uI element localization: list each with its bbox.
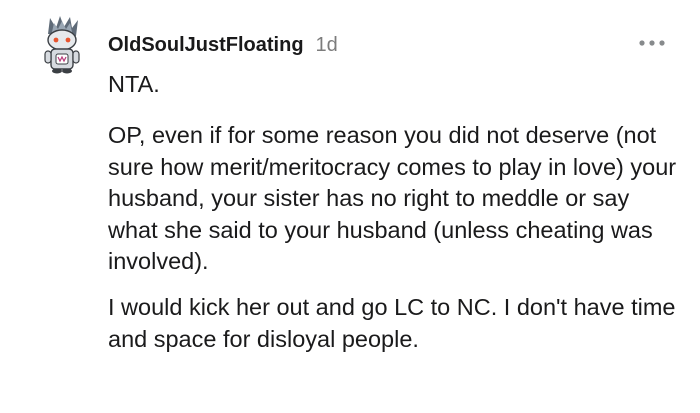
timestamp: 1d	[315, 33, 338, 56]
comment-paragraph: OP, even if for some reason you did not …	[108, 122, 677, 275]
snoo-avatar-icon[interactable]	[40, 14, 84, 74]
comment-paragraph: I would kick her out and go LC to NC. I …	[108, 294, 676, 352]
more-options-icon[interactable]	[634, 28, 670, 58]
comment-header: OldSoulJustFloating 1d	[108, 28, 338, 62]
comment: OldSoulJustFloating 1d NTA. OP, even if …	[0, 0, 700, 413]
comment-body: NTA. OP, even if for some reason you did…	[108, 69, 678, 355]
comment-paragraph: NTA.	[108, 71, 160, 97]
username-link[interactable]: OldSoulJustFloating	[108, 34, 304, 57]
